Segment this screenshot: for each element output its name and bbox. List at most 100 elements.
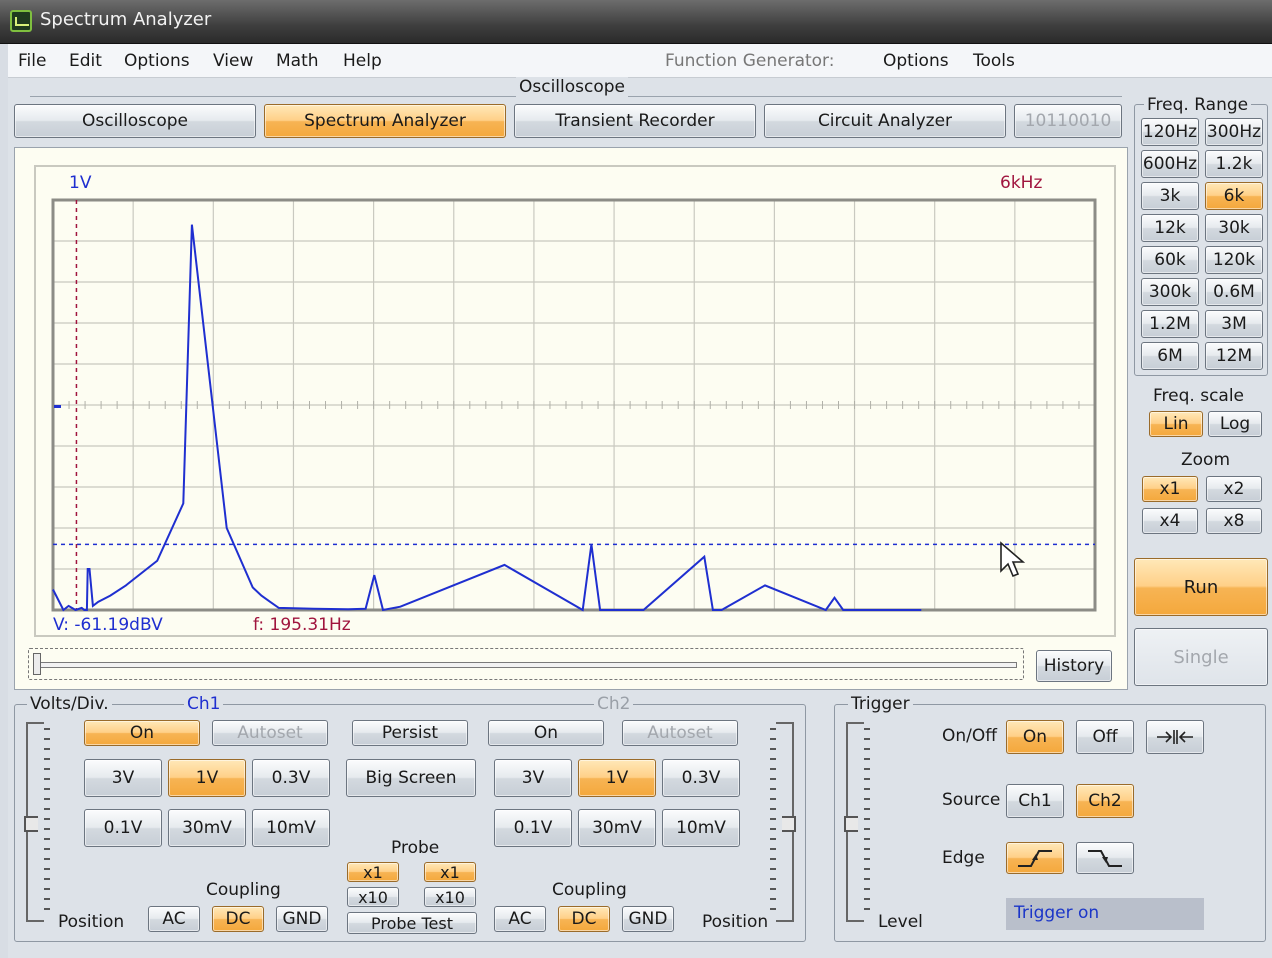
freq-scale-lin-button[interactable]: Lin	[1149, 411, 1203, 437]
mouse-cursor-icon	[1000, 541, 1026, 578]
trigger-edge-rising[interactable]	[1006, 842, 1064, 874]
menu-options[interactable]: Options	[124, 51, 190, 71]
menu-fg-tools[interactable]: Tools	[973, 51, 1015, 71]
ch2-coupling-gnd[interactable]: GND	[622, 906, 674, 932]
trigger-off-button[interactable]: Off	[1076, 720, 1134, 754]
ch2-probe-x1-button[interactable]: x1	[424, 862, 476, 882]
ch2-position-label: Position	[702, 912, 769, 932]
freq-range-600hz-button[interactable]: 600Hz	[1141, 150, 1199, 178]
run-button[interactable]: Run	[1134, 558, 1268, 616]
freq-range-1_2m-button[interactable]: 1.2M	[1141, 310, 1199, 338]
zoom-x8-button[interactable]: x8	[1206, 508, 1262, 534]
ch2-range-30mv[interactable]: 30mV	[578, 809, 656, 847]
zoom-x2-button[interactable]: x2	[1206, 476, 1262, 502]
ch1-range-3v[interactable]: 3V	[84, 759, 162, 797]
trigger-level-slider[interactable]	[844, 722, 870, 922]
volts-div-label: Volts/Div.	[27, 694, 112, 714]
mode-logic-button: 10110010	[1014, 104, 1122, 138]
trigger-source-label: Source	[942, 790, 1001, 810]
ch2-position-slider[interactable]	[770, 722, 796, 922]
ch1-range-0.1v[interactable]: 0.1V	[84, 809, 162, 847]
freq-range-3k-button[interactable]: 3k	[1141, 182, 1199, 210]
ch1-range-1v[interactable]: 1V	[168, 759, 246, 797]
ch1-scale-label: 1V	[69, 173, 92, 193]
history-button[interactable]: History	[1036, 650, 1112, 682]
history-slider[interactable]	[28, 648, 1024, 680]
ch1-position-knob[interactable]	[24, 816, 38, 832]
ch2-coupling-label: Coupling	[552, 880, 627, 900]
trigger-level-label: Level	[878, 912, 923, 932]
trigger-level-knob[interactable]	[844, 816, 858, 832]
ch1-coupling-ac[interactable]: AC	[148, 906, 200, 932]
freq-range-6k-button[interactable]: 6k	[1205, 182, 1263, 210]
ch2-position-knob[interactable]	[782, 816, 796, 832]
ch1-range-10mv[interactable]: 10mV	[252, 809, 330, 847]
freq-range-12m-button[interactable]: 12M	[1205, 342, 1263, 370]
frequency-span-label: 6kHz	[1000, 173, 1043, 193]
freq-range-3m-button[interactable]: 3M	[1205, 310, 1263, 338]
ch2-range-10mv[interactable]: 10mV	[662, 809, 740, 847]
function-generator-label: Function Generator:	[665, 51, 835, 71]
ch1-coupling-gnd[interactable]: GND	[276, 906, 328, 932]
trigger-edge-falling[interactable]	[1076, 842, 1134, 874]
trigger-label: Trigger	[848, 694, 913, 714]
freq-range-30k-button[interactable]: 30k	[1205, 214, 1263, 242]
menu-fg-options[interactable]: Options	[883, 51, 949, 71]
freq-range-1_2k-button[interactable]: 1.2k	[1205, 150, 1263, 178]
ch2-coupling-dc[interactable]: DC	[558, 906, 610, 932]
menu-file[interactable]: File	[18, 51, 46, 71]
ch1-range-30mv[interactable]: 30mV	[168, 809, 246, 847]
freq-range-6m-button[interactable]: 6M	[1141, 342, 1199, 370]
ch2-range-3v[interactable]: 3V	[494, 759, 572, 797]
probe-label: Probe	[391, 838, 440, 858]
freq-range-0_6m-button[interactable]: 0.6M	[1205, 278, 1263, 306]
freq-range-120hz-button[interactable]: 120Hz	[1141, 118, 1199, 146]
title-bar: Spectrum Analyzer	[0, 0, 1272, 44]
center-arrows-icon	[1157, 730, 1193, 744]
trigger-on-button[interactable]: On	[1006, 720, 1064, 754]
trigger-center-button[interactable]	[1146, 720, 1204, 754]
ch1-probe-x1-button[interactable]: x1	[347, 862, 399, 882]
freq-range-label: Freq. Range	[1144, 95, 1252, 115]
menu-view[interactable]: View	[213, 51, 253, 71]
ch1-range-0.3v[interactable]: 0.3V	[252, 759, 330, 797]
history-slider-thumb[interactable]	[33, 653, 41, 675]
mode-circuit-analyzer-button[interactable]: Circuit Analyzer	[764, 104, 1006, 138]
ch1-coupling-dc[interactable]: DC	[212, 906, 264, 932]
ch1-position-slider[interactable]	[24, 722, 50, 922]
menu-help[interactable]: Help	[343, 51, 382, 71]
ch2-on-button[interactable]: On	[488, 720, 604, 746]
ch2-probe-x10-button[interactable]: x10	[424, 887, 476, 907]
app-icon	[10, 10, 32, 32]
freq-range-12k-button[interactable]: 12k	[1141, 214, 1199, 242]
zoom-label: Zoom	[1181, 450, 1231, 470]
ch2-coupling-ac[interactable]: AC	[494, 906, 546, 932]
mode-transient-recorder-button[interactable]: Transient Recorder	[514, 104, 756, 138]
freq-range-300k-button[interactable]: 300k	[1141, 278, 1199, 306]
zoom-x1-button[interactable]: x1	[1142, 476, 1198, 502]
window-title: Spectrum Analyzer	[40, 9, 212, 30]
ch2-range-1v[interactable]: 1V	[578, 759, 656, 797]
trigger-source-ch2[interactable]: Ch2	[1076, 784, 1134, 818]
freq-range-300hz-button[interactable]: 300Hz	[1205, 118, 1263, 146]
ch2-autoset-button: Autoset	[622, 720, 738, 746]
big-screen-button[interactable]: Big Screen	[346, 759, 476, 797]
freq-range-60k-button[interactable]: 60k	[1141, 246, 1199, 274]
persist-button[interactable]: Persist	[352, 720, 468, 746]
ch1-coupling-label: Coupling	[206, 880, 281, 900]
falling-edge-icon	[1088, 850, 1122, 867]
zoom-x4-button[interactable]: x4	[1142, 508, 1198, 534]
ch2-range-0.3v[interactable]: 0.3V	[662, 759, 740, 797]
ch2-label: Ch2	[594, 694, 634, 714]
mode-oscilloscope-button[interactable]: Oscilloscope	[14, 104, 256, 138]
menu-edit[interactable]: Edit	[69, 51, 102, 71]
ch1-on-button[interactable]: On	[84, 720, 200, 746]
freq-range-120k-button[interactable]: 120k	[1205, 246, 1263, 274]
ch2-range-0.1v[interactable]: 0.1V	[494, 809, 572, 847]
menu-math[interactable]: Math	[276, 51, 319, 71]
trigger-source-ch1[interactable]: Ch1	[1006, 784, 1064, 818]
freq-scale-log-button[interactable]: Log	[1208, 411, 1262, 437]
mode-spectrum-analyzer-button[interactable]: Spectrum Analyzer	[264, 104, 506, 138]
probe-test-button[interactable]: Probe Test	[347, 912, 477, 934]
ch1-probe-x10-button[interactable]: x10	[347, 887, 399, 907]
